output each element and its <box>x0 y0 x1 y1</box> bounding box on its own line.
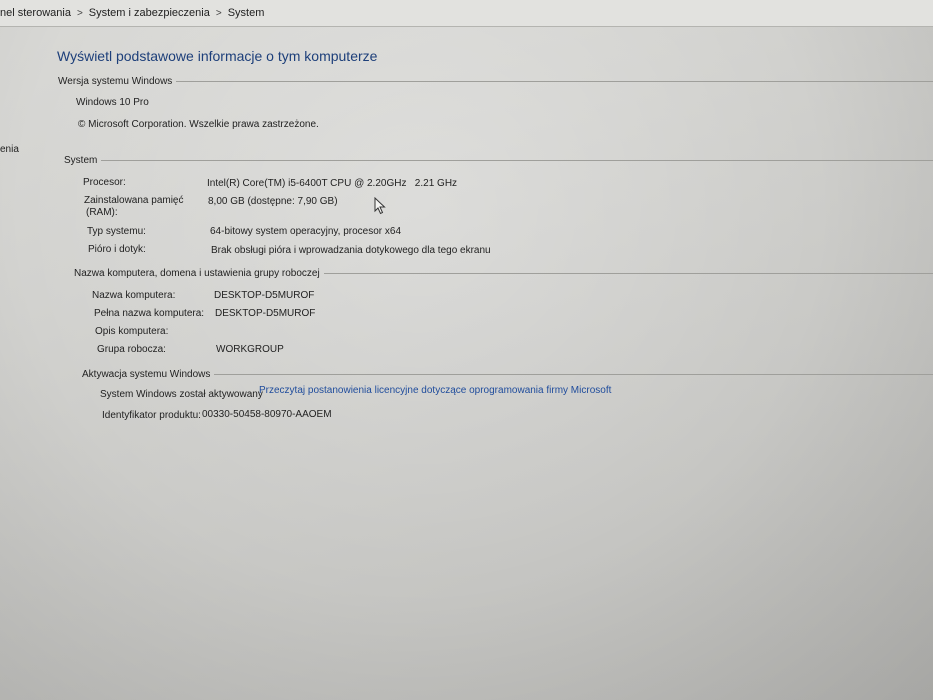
section-header-label: System <box>64 155 98 166</box>
system-type-label: Typ systemu: <box>87 226 146 237</box>
divider <box>176 81 933 82</box>
divider <box>101 160 933 161</box>
mouse-cursor-icon <box>374 197 386 215</box>
license-terms-link[interactable]: Przeczytaj postanowienia licencyjne doty… <box>259 385 611 396</box>
full-name-value: DESKTOP-D5MUROF <box>215 308 316 319</box>
section-header-label: Aktywacja systemu Windows <box>82 369 211 380</box>
windows-edition-value: Windows 10 Pro <box>76 97 149 108</box>
divider <box>323 273 933 274</box>
system-type-value: 64-bitowy system operacyjny, procesor x6… <box>210 226 402 237</box>
product-id-label: Identyfikator produktu: <box>102 410 201 421</box>
breadcrumb-system[interactable]: System <box>222 7 271 19</box>
breadcrumb: nel sterowania > System i zabezpieczenia… <box>0 0 933 27</box>
breadcrumb-system-security[interactable]: System i zabezpieczenia <box>83 7 216 19</box>
pen-touch-value: Brak obsługi pióra i wprowadzania dotyko… <box>211 245 491 256</box>
memory-value: 8,00 GB (dostępne: 7,90 GB) <box>208 196 338 207</box>
activation-status: System Windows został aktywowany <box>100 389 263 400</box>
workgroup-label: Grupa robocza: <box>97 344 166 355</box>
divider <box>214 374 933 375</box>
description-label: Opis komputera: <box>95 326 169 337</box>
sidebar-fragment[interactable]: enia <box>0 144 19 155</box>
pen-touch-label: Pióro i dotyk: <box>88 244 146 255</box>
computer-name-label: Nazwa komputera: <box>92 290 176 301</box>
full-name-label: Pełna nazwa komputera: <box>94 308 205 319</box>
page-title: Wyświetl podstawowe informacje o tym kom… <box>57 48 378 64</box>
processor-label: Procesor: <box>83 177 126 188</box>
breadcrumb-control-panel[interactable]: nel sterowania <box>0 7 77 19</box>
section-computer-name: Nazwa komputera, domena i ustawienia gru… <box>74 268 933 279</box>
section-header-label: Wersja systemu Windows <box>58 76 173 87</box>
section-windows-edition: Wersja systemu Windows <box>58 76 933 87</box>
section-header-label: Nazwa komputera, domena i ustawienia gru… <box>74 268 320 279</box>
section-system: System <box>64 155 933 166</box>
section-activation: Aktywacja systemu Windows <box>82 369 933 380</box>
computer-name-value: DESKTOP-D5MUROF <box>214 290 315 301</box>
product-id-value: 00330-50458-80970-AAOEM <box>202 409 332 420</box>
memory-label-ram: (RAM): <box>86 207 118 218</box>
copyright-text: © Microsoft Corporation. Wszelkie prawa … <box>78 119 319 130</box>
workgroup-value: WORKGROUP <box>216 344 284 355</box>
memory-label: Zainstalowana pamięć <box>84 195 184 206</box>
processor-value: Intel(R) Core(TM) i5-6400T CPU @ 2.20GHz… <box>207 178 458 189</box>
